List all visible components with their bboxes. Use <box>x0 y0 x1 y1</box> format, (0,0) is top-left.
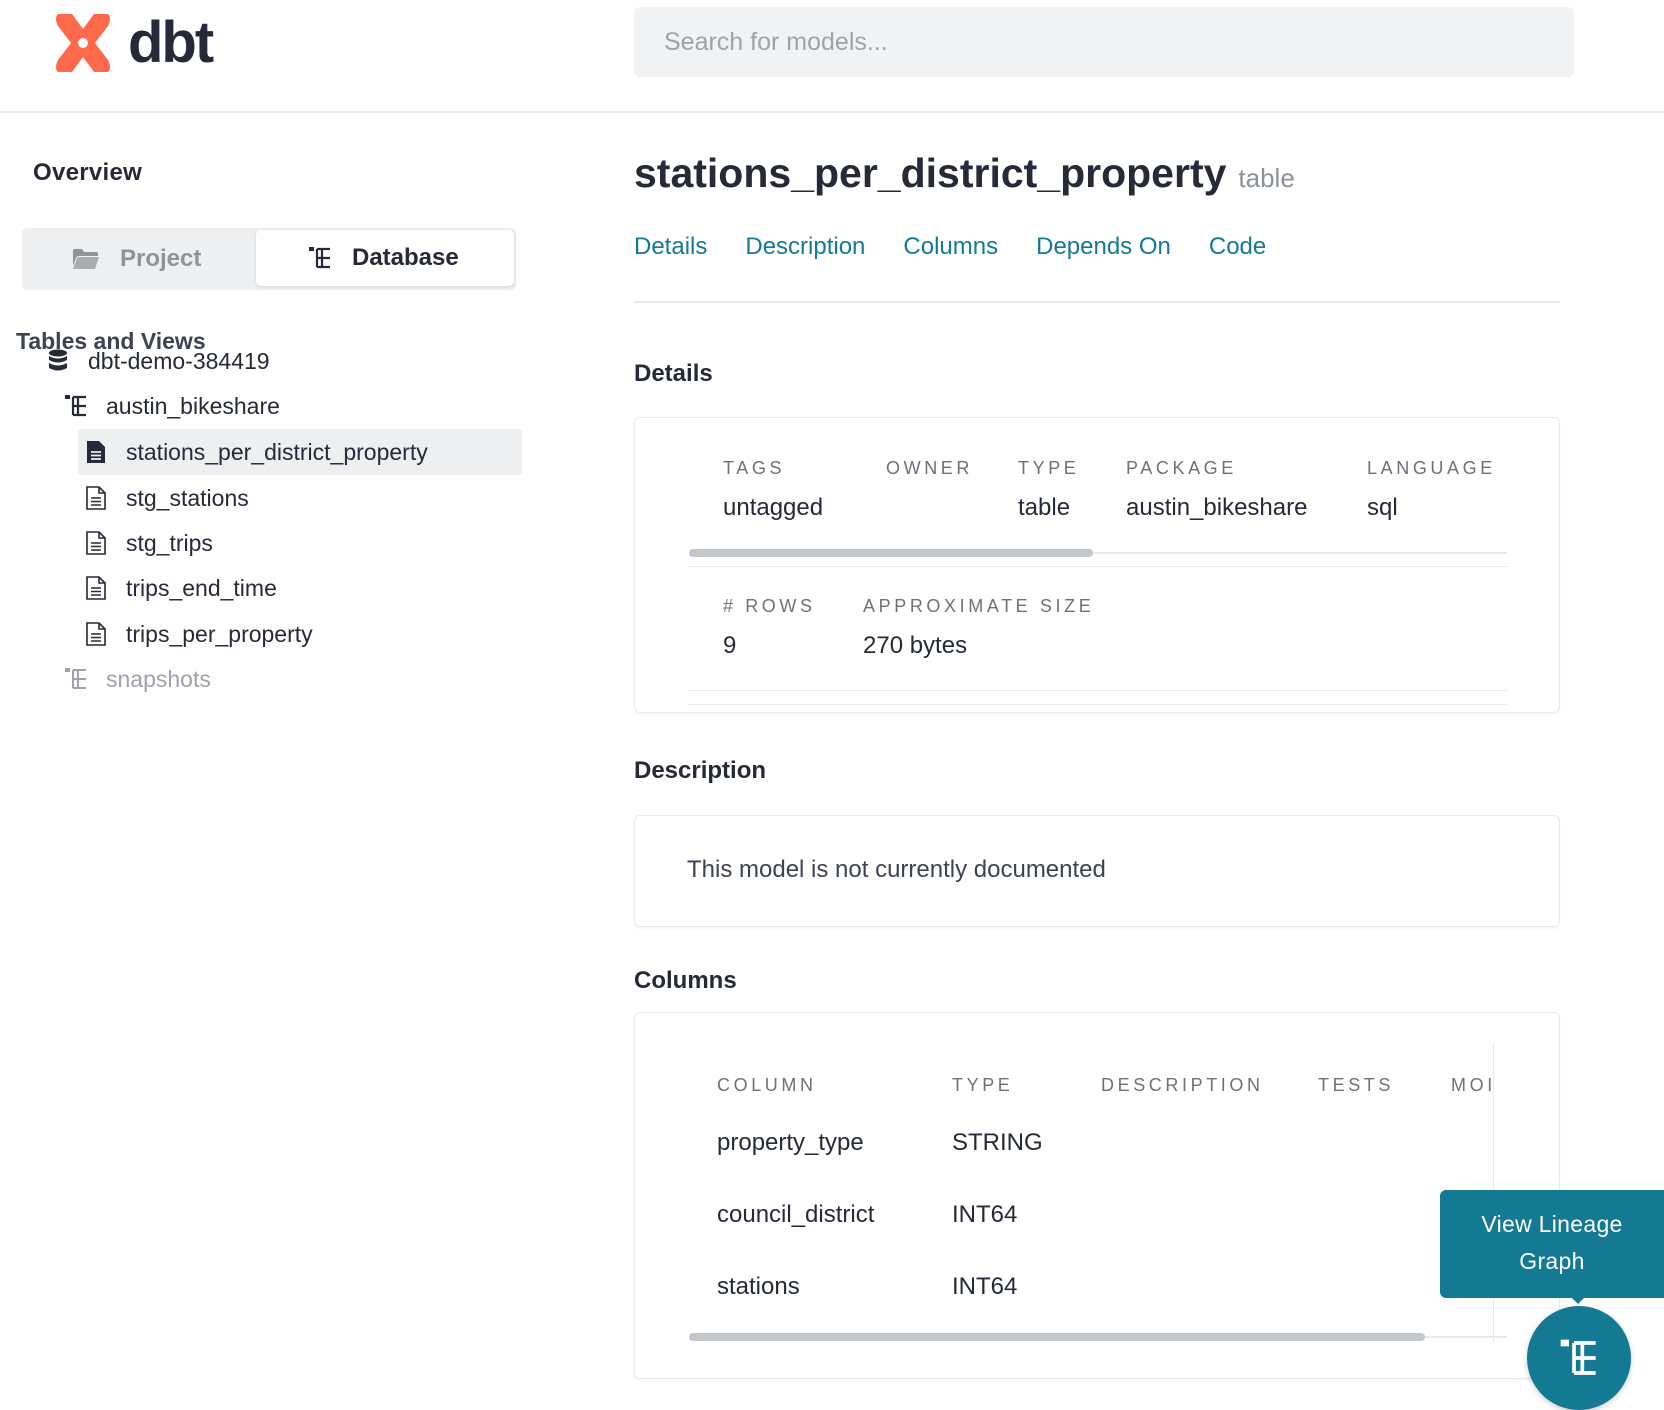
tree-item-database[interactable]: dbt-demo-384419 <box>46 338 270 384</box>
details-label-type: TYPE <box>1018 458 1080 478</box>
tab-description[interactable]: Description <box>745 233 865 261</box>
tab-code[interactable]: Code <box>1209 233 1266 261</box>
columns-scrollbar-thumb[interactable] <box>689 1333 1425 1341</box>
details-bottom-divider <box>689 690 1507 691</box>
details-heading: Details <box>634 360 713 387</box>
tab-depends-on[interactable]: Depends On <box>1036 233 1171 261</box>
tree-item-label: trips_per_property <box>126 620 313 647</box>
table-row-column-name: council_district <box>717 1201 875 1228</box>
details-value-type: table <box>1018 494 1071 521</box>
schema-tree-icon <box>308 246 332 270</box>
details-label-package: PACKAGE <box>1126 458 1237 478</box>
document-icon <box>84 486 108 510</box>
tree-item-label: stg_stations <box>126 484 249 511</box>
toggle-database-button[interactable]: Database <box>256 230 514 286</box>
columns-heading: Columns <box>634 967 737 994</box>
logo-text: dbt <box>128 10 214 75</box>
tree-item-model[interactable]: stg_trips <box>84 520 213 566</box>
details-row-divider <box>689 566 1507 567</box>
view-lineage-tooltip-line2: Graph <box>1519 1248 1585 1274</box>
project-database-toggle: Project Database <box>22 228 516 290</box>
document-icon <box>84 576 108 600</box>
description-panel: This model is not currently documented <box>634 815 1560 927</box>
model-kind-badge: table <box>1238 163 1295 193</box>
tab-columns[interactable]: Columns <box>903 233 998 261</box>
tree-item-model[interactable]: stg_stations <box>84 475 249 521</box>
details-label-rows: # ROWS <box>723 596 816 616</box>
tree-item-model-active[interactable]: stations_per_district_property <box>78 429 522 475</box>
tree-item-label: trips_end_time <box>126 574 277 601</box>
view-lineage-tooltip: View Lineage Graph <box>1440 1190 1664 1298</box>
details-value-language: sql <box>1367 494 1398 521</box>
table-row-column-type: STRING <box>952 1129 1043 1156</box>
details-label-language: LANGUAGE <box>1367 458 1496 478</box>
details-value-rows: 9 <box>723 632 737 659</box>
toggle-project-button[interactable]: Project <box>22 228 254 290</box>
dbt-logo[interactable]: dbt <box>50 10 214 76</box>
view-lineage-graph-button[interactable] <box>1527 1306 1631 1410</box>
toggle-project-label: Project <box>120 245 202 272</box>
section-tabs: Details Description Columns Depends On C… <box>634 233 1304 261</box>
lineage-tree-icon <box>1560 1339 1596 1375</box>
schema-tree-icon <box>64 394 88 418</box>
view-lineage-tooltip-line1: View Lineage <box>1481 1211 1623 1237</box>
folder-open-icon <box>72 248 100 270</box>
tabs-divider <box>634 301 1560 303</box>
details-value-tags: untagged <box>723 494 824 521</box>
tree-item-label: stg_trips <box>126 529 213 556</box>
details-value-size: 270 bytes <box>863 632 968 659</box>
columns-header-more-clip: MOI <box>1449 1053 1493 1113</box>
page-title: stations_per_district_property <box>634 150 1227 196</box>
table-row-column-type: INT64 <box>952 1273 1018 1300</box>
schema-tree-icon <box>64 667 88 691</box>
tree-item-schema-austin-bikeshare[interactable]: austin_bikeshare <box>64 383 280 429</box>
columns-header-tests: TESTS <box>1318 1075 1395 1095</box>
tree-item-model[interactable]: trips_per_property <box>84 611 313 657</box>
sidebar: Overview Project Database Tables and Vie… <box>0 115 560 1410</box>
columns-header-column: COLUMN <box>717 1075 817 1095</box>
tooltip-arrow <box>1568 1294 1588 1304</box>
table-row-column-type: INT64 <box>952 1201 1018 1228</box>
columns-header-type: TYPE <box>952 1075 1014 1095</box>
tree-item-schema-snapshots[interactable]: snapshots <box>64 656 211 702</box>
columns-panel: COLUMN TYPE DESCRIPTION TESTS MOI proper… <box>634 1012 1560 1379</box>
toggle-database-label: Database <box>352 244 459 271</box>
details-label-tags: TAGS <box>723 458 786 478</box>
description-heading: Description <box>634 757 767 784</box>
details-bottom-divider <box>689 704 1507 705</box>
tab-details[interactable]: Details <box>634 233 707 261</box>
tree-item-label: austin_bikeshare <box>106 392 280 419</box>
details-label-owner: OWNER <box>886 458 973 478</box>
database-icon <box>46 349 70 373</box>
details-value-package: austin_bikeshare <box>1126 494 1308 521</box>
tree-item-model[interactable]: trips_end_time <box>84 565 277 611</box>
document-filled-icon <box>84 440 108 464</box>
details-row1-scrollbar-thumb[interactable] <box>689 549 1093 557</box>
top-header: dbt <box>0 0 1664 113</box>
columns-header-more: MOI <box>1451 1075 1493 1095</box>
tree-item-label: snapshots <box>106 665 211 692</box>
table-row-column-name: stations <box>717 1273 800 1300</box>
search-input[interactable] <box>634 7 1574 77</box>
tree-item-label: dbt-demo-384419 <box>88 347 270 374</box>
overview-link[interactable]: Overview <box>33 159 142 187</box>
details-label-size: APPROXIMATE SIZE <box>863 596 1095 616</box>
table-row-column-name: property_type <box>717 1129 864 1156</box>
description-text: This model is not currently documented <box>687 856 1106 883</box>
page-title-row: stations_per_district_property table <box>634 150 1295 197</box>
document-icon <box>84 622 108 646</box>
columns-header-description: DESCRIPTION <box>1101 1075 1264 1095</box>
tree-item-label: stations_per_district_property <box>126 438 428 465</box>
details-panel: TAGS untagged OWNER TYPE table PACKAGE a… <box>634 417 1560 713</box>
document-icon <box>84 531 108 555</box>
dbt-logo-icon <box>56 14 110 72</box>
